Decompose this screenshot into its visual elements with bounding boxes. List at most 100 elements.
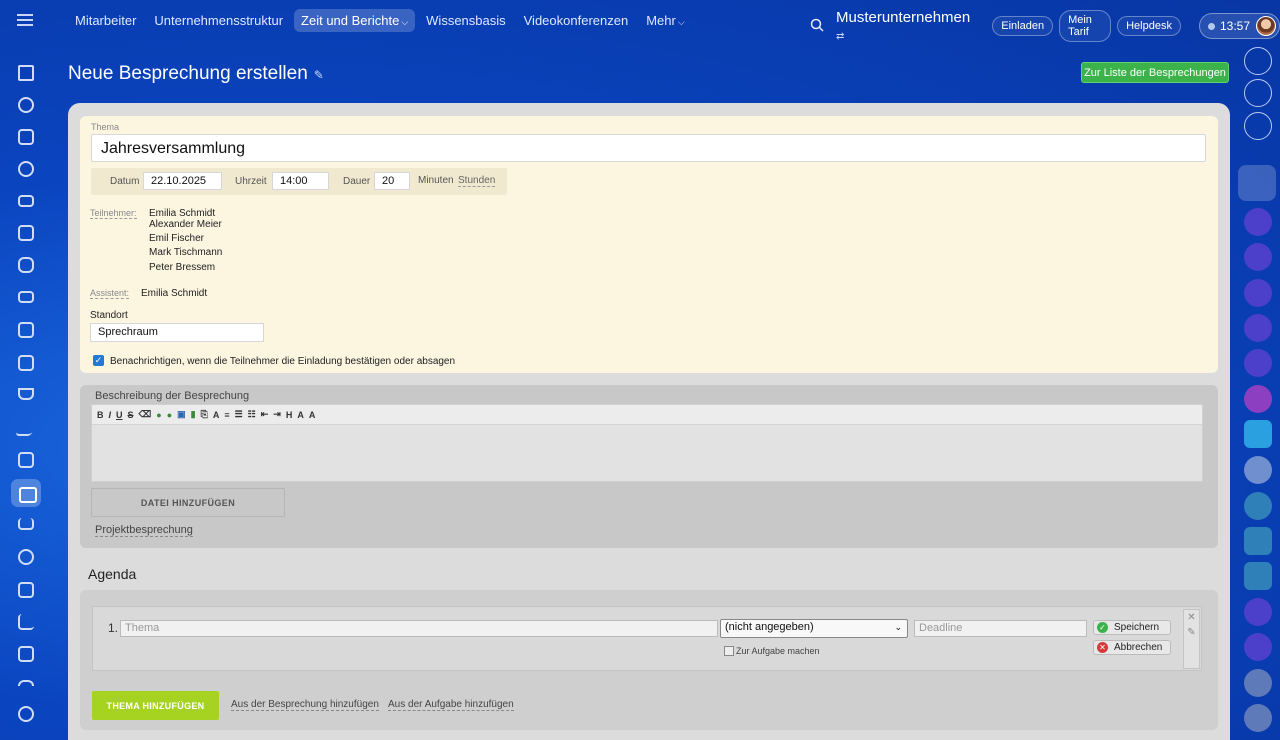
save-button[interactable]: ✓ Speichern [1093,620,1171,635]
copy-format-icon[interactable]: ⎘ [201,409,208,420]
link-icon[interactable]: ● [156,410,161,420]
strike-button[interactable]: S [128,410,134,420]
from-task-link[interactable]: Aus der Aufgabe hinzufügen [388,699,514,711]
participants-label[interactable]: Teilnehmer: [90,208,137,219]
presentation-icon[interactable] [18,355,34,371]
chat-avatar-icon[interactable] [1244,385,1272,413]
font-color-icon[interactable]: A [309,410,316,420]
messenger-icon[interactable] [1244,112,1272,140]
box-icon[interactable] [18,582,34,598]
heading-icon[interactable]: H [286,410,293,420]
time-field[interactable]: 14:00 [272,172,329,190]
users-icon[interactable] [18,161,34,177]
chat-avatar-icon[interactable] [1244,456,1272,484]
chat-avatar-icon[interactable] [1244,598,1272,626]
duration-field[interactable]: 20 [374,172,410,190]
chat-icon[interactable] [18,257,34,273]
home-icon[interactable] [18,65,34,81]
nav-item-video[interactable]: Videokonferenzen [517,9,636,32]
chat-avatar-icon[interactable] [1244,349,1272,377]
chat-avatar-icon[interactable] [1244,243,1272,271]
chat-avatar-icon[interactable] [1244,420,1272,448]
chat-avatar-icon[interactable] [1244,208,1272,236]
video-icon[interactable]: ▮ [191,409,196,420]
font-icon[interactable]: A [213,410,220,420]
ordered-list-icon[interactable]: ☰ [235,409,243,420]
meetings-icon[interactable] [11,479,41,507]
task-checkbox[interactable] [724,646,734,656]
bold-button[interactable]: B [97,410,104,420]
deadline-input[interactable]: Deadline [914,620,1087,637]
calendar-icon[interactable] [18,322,34,338]
add-file-button[interactable]: DATEI HINZUFÜGEN [91,488,285,517]
chat-avatar-icon[interactable] [1244,279,1272,307]
tasks-icon[interactable] [18,225,34,241]
clock-widget[interactable]: 13:57 [1198,13,1280,39]
notify-checkbox[interactable]: ✓ [93,355,104,366]
cancel-button[interactable]: ✕ Abbrechen [1093,640,1171,655]
chat-avatar-icon[interactable] [1244,704,1272,732]
warehouse-icon[interactable] [18,452,34,468]
nav-item-knowledge[interactable]: Wissensbasis [419,9,512,32]
assistant-label[interactable]: Assistent: [90,288,130,299]
nav-item-structure[interactable]: Unternehmensstruktur [147,9,290,32]
helpdesk-button[interactable]: Helpdesk [1117,16,1181,36]
menu-icon[interactable] [17,14,33,26]
more-apps-icon[interactable] [18,680,34,686]
chat-avatar-icon[interactable] [1244,633,1272,661]
hours-option[interactable]: Stunden [458,175,496,187]
avatar[interactable] [1256,16,1276,36]
notification-icon[interactable] [1244,47,1272,75]
indent-icon[interactable]: ⇥ [273,409,281,420]
chat-avatar-icon[interactable] [1244,527,1272,555]
schedule-icon[interactable] [18,646,34,662]
target-icon[interactable] [18,549,34,565]
mail-icon[interactable] [18,291,34,303]
image-icon[interactable]: ▣ [177,409,186,420]
responsible-select[interactable]: (nicht angegeben) ⌄ [720,619,908,638]
underline-button[interactable]: U [116,410,123,420]
crm-icon[interactable] [18,195,34,207]
edit-icon[interactable]: ✎ [1184,627,1199,638]
funnel-icon[interactable] [18,388,34,400]
from-meeting-link[interactable]: Aus der Besprechung hinzufügen [231,699,379,711]
company-name[interactable]: Musterunternehmen ⇄ [836,9,970,43]
unlink-icon[interactable]: ● [167,410,172,420]
nav-item-employees[interactable]: Mitarbeiter [68,9,143,32]
chat-avatar-icon[interactable] [1244,314,1272,342]
settings-icon[interactable] [18,706,34,722]
tariff-button[interactable]: Mein Tarif [1059,10,1112,42]
cart-icon[interactable] [18,518,34,530]
outdent-icon[interactable]: ⇤ [261,409,269,420]
search-icon[interactable] [810,18,824,35]
documents-icon[interactable] [18,129,34,145]
assistant-value: Emilia Schmidt [141,288,208,299]
bullet-list-icon[interactable]: ☷ [248,409,256,420]
pin-icon[interactable]: ✎ [314,68,324,82]
chat-avatar-icon[interactable] [1244,492,1272,520]
minutes-option[interactable]: Minuten [418,175,454,186]
theme-input[interactable]: Jahresversammlung [91,134,1206,162]
align-icon[interactable]: ≡ [224,410,229,420]
eraser-icon[interactable]: ⌫ [139,409,152,420]
chat-avatar-icon[interactable] [1244,669,1272,697]
font-size-icon[interactable]: A [297,410,304,420]
chat-avatar-icon[interactable] [1244,562,1272,590]
location-field[interactable]: Sprechraum [90,323,264,342]
agenda-theme-input[interactable]: Thema [120,620,718,637]
date-field[interactable]: 22.10.2025 [143,172,222,190]
delete-icon[interactable]: ✕ [1184,612,1199,623]
meeting-list-button[interactable]: Zur Liste der Besprechungen [1081,62,1229,83]
contact-avatar[interactable] [1238,165,1276,201]
analytics-icon[interactable] [18,614,34,630]
nav-item-more[interactable]: Mehr ⌵ [639,9,691,32]
project-meeting-link[interactable]: Projektbesprechung [95,524,193,537]
invite-button[interactable]: Einladen [992,16,1054,36]
italic-button[interactable]: I [109,410,112,420]
nav-item-time-reports[interactable]: Zeit und Berichte ⌵ [294,9,416,32]
feed-icon[interactable] [18,97,34,113]
add-theme-button[interactable]: THEMA HINZUFÜGEN [92,691,219,720]
copilot-icon[interactable] [1244,79,1272,107]
sign-icon[interactable] [15,420,37,436]
clock-time: 13:57 [1219,19,1250,33]
